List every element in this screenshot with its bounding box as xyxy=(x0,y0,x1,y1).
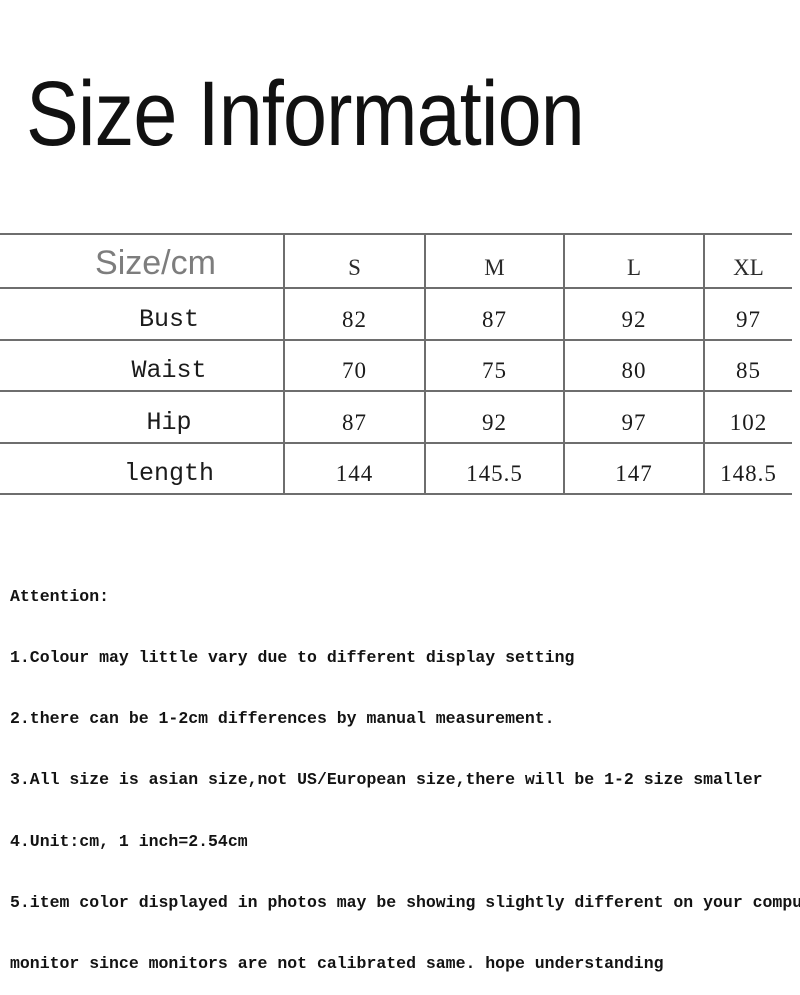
table-header-row: Size/cm S M L XL xyxy=(0,234,792,289)
table-row: Waist 70 75 80 85 xyxy=(0,339,792,392)
header-size-m: M xyxy=(424,234,564,289)
cell-bust-l: 92 xyxy=(563,288,704,340)
note-line-5-continued: monitor since monitors are not calibrate… xyxy=(10,954,664,974)
cell-length-m: 145.5 xyxy=(424,442,564,494)
page-title: Size Information xyxy=(26,63,585,165)
row-label-length: length xyxy=(123,459,214,488)
cell-hip-l: 97 xyxy=(563,391,704,443)
cell-waist-xl: 85 xyxy=(703,339,792,392)
header-size-unit-label: Size/cm xyxy=(95,244,216,283)
table-row: Hip 87 92 97 102 xyxy=(0,391,792,443)
cell-bust-xl: 97 xyxy=(703,288,792,340)
note-line-3: 3.All size is asian size,not US/European… xyxy=(10,770,763,790)
cell-bust-m: 87 xyxy=(424,288,564,340)
size-table-container: Size/cm S M L XL Bust 82 87 92 97 Waist … xyxy=(0,233,792,495)
cell-hip-xl: 102 xyxy=(703,391,792,443)
cell-waist-l: 80 xyxy=(563,339,704,392)
note-line-4: 4.Unit:cm, 1 inch=2.54cm xyxy=(10,831,248,851)
row-label-hip: Hip xyxy=(146,407,192,437)
cell-waist-s: 70 xyxy=(283,339,425,392)
size-information-table: Size/cm S M L XL Bust 82 87 92 97 Waist … xyxy=(0,233,792,495)
cell-hip-s: 87 xyxy=(283,391,425,443)
table-row: Bust 82 87 92 97 xyxy=(0,288,792,340)
cell-length-xl: 148.5 xyxy=(703,442,792,494)
attention-notes: Attention: 1.Colour may little vary due … xyxy=(10,546,800,995)
header-size-s: S xyxy=(283,234,425,289)
table-row: length 144 145.5 147 148.5 xyxy=(0,442,792,494)
cell-length-l: 147 xyxy=(563,442,704,494)
cell-waist-m: 75 xyxy=(424,339,564,392)
cell-length-s: 144 xyxy=(283,442,425,494)
header-size-xl: XL xyxy=(703,234,792,289)
row-label-bust: Bust xyxy=(138,304,199,334)
note-line-1: 1.Colour may little vary due to differen… xyxy=(10,648,575,668)
note-line-5: 5.item color displayed in photos may be … xyxy=(10,892,800,912)
note-line-2: 2.there can be 1-2cm differences by manu… xyxy=(10,709,555,729)
cell-bust-s: 82 xyxy=(283,288,425,340)
row-label-waist: Waist xyxy=(131,356,207,386)
notes-heading: Attention: xyxy=(10,586,110,606)
cell-hip-m: 92 xyxy=(424,391,564,443)
header-size-l: L xyxy=(563,234,704,289)
